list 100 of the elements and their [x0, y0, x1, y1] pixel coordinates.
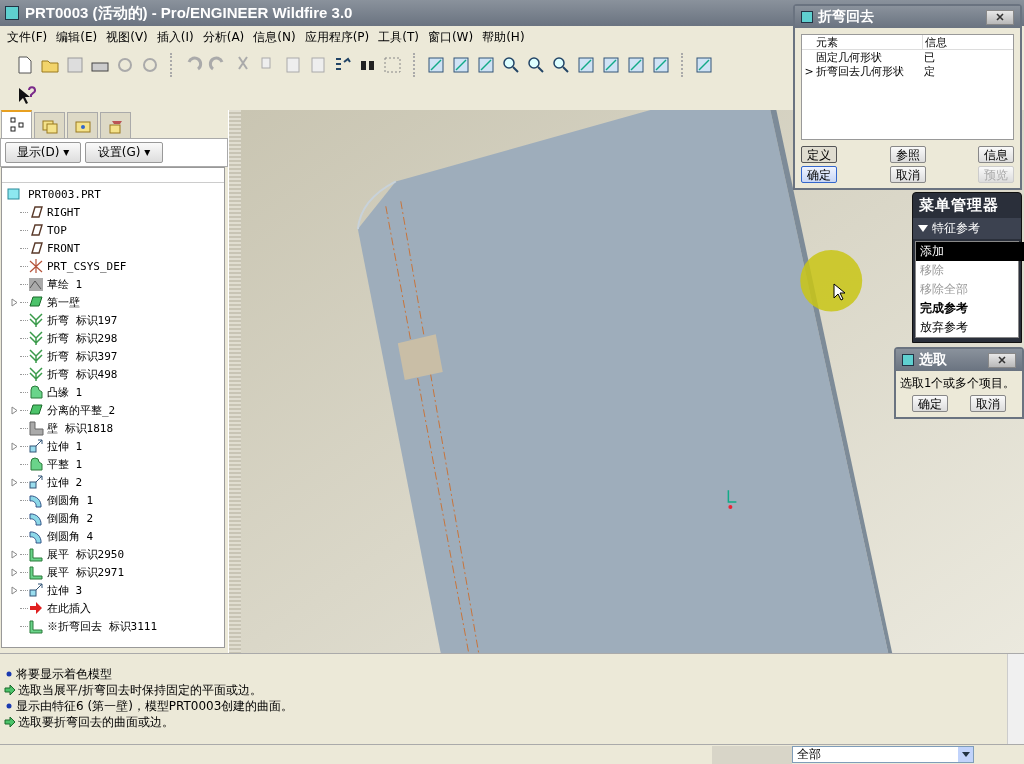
tree-item[interactable]: 倒圆角 2 — [44, 510, 94, 526]
dropdown-button[interactable]: 设置(G) ▾ — [85, 142, 163, 163]
tree-item[interactable]: RIGHT — [44, 205, 81, 219]
menu-item[interactable]: 分析(A) — [199, 28, 251, 46]
menu-item[interactable]: 视图(V) — [103, 28, 154, 46]
view-tool-icon[interactable] — [625, 54, 647, 76]
tools-tab[interactable] — [100, 112, 131, 138]
collapse-triangle-icon[interactable] — [918, 225, 928, 232]
view-tool-icon[interactable] — [425, 54, 447, 76]
scrollbar[interactable] — [1007, 654, 1024, 744]
tree-item[interactable]: 展平 标识2950 — [44, 546, 125, 562]
tree-item[interactable]: 折弯 标识298 — [44, 330, 118, 346]
bullet-icon — [4, 701, 14, 711]
tree-structure-icon — [7, 116, 26, 134]
message-text: 选取要折弯回去的曲面或边。 — [18, 713, 174, 731]
bend-icon — [28, 330, 44, 346]
menu-item[interactable]: 工具(T) — [375, 28, 425, 46]
splitter-handle[interactable] — [228, 110, 241, 653]
table-row[interactable]: > 折弯回去几何形状 定 — [802, 64, 1013, 78]
menu-item[interactable]: 添加 — [916, 242, 1024, 261]
tree-item[interactable]: 倒圆角 1 — [44, 492, 94, 508]
bend-icon — [28, 312, 44, 328]
favorites-tab[interactable] — [67, 112, 98, 138]
close-button[interactable] — [988, 352, 1016, 368]
bend-icon — [28, 366, 44, 382]
round-icon — [28, 528, 44, 544]
close-icon — [998, 356, 1006, 364]
tree-item[interactable]: PRT0003.PRT — [25, 187, 101, 201]
dialog-button[interactable]: 定义 — [801, 146, 837, 163]
menu-item[interactable]: 插入(I) — [153, 28, 200, 46]
filter-dropdown[interactable]: 全部 — [792, 746, 974, 763]
insert-arrow-icon — [28, 600, 44, 616]
dialog-title: 折弯回去 — [818, 8, 875, 26]
wall-icon — [28, 402, 44, 418]
dialog-button[interactable]: 取消 — [889, 166, 926, 183]
help-cursor-icon[interactable] — [16, 85, 38, 107]
table-row[interactable]: 固定几何形状 已 — [802, 50, 1013, 64]
tree-item[interactable]: 折弯 标识397 — [44, 348, 118, 364]
dialog-icon — [902, 354, 914, 366]
close-icon — [996, 13, 1004, 21]
tree-item[interactable]: TOP — [44, 223, 67, 237]
view-tool-icon[interactable] — [650, 54, 672, 76]
tree-item[interactable]: 在此插入 — [44, 600, 91, 616]
view-tool-icon[interactable] — [693, 54, 715, 76]
expand-icon[interactable] — [11, 405, 18, 415]
dialog-button[interactable]: 取消 — [970, 395, 1006, 412]
menu-item[interactable]: 完成参考 — [916, 299, 1018, 318]
dropdown-button[interactable]: 显示(D) ▾ — [5, 142, 81, 163]
dialog-button[interactable]: 参照 — [889, 146, 926, 163]
menu-item[interactable]: 编辑(E) — [53, 28, 104, 46]
expand-icon[interactable] — [11, 297, 18, 307]
dialog-icon — [801, 11, 813, 23]
menu-item[interactable]: 信息(N) — [250, 28, 302, 46]
save-icon[interactable] — [64, 54, 86, 76]
app-icon — [5, 6, 19, 20]
message-text: 显示由特征6 (第一壁)，模型PRT0003创建的曲面。 — [16, 697, 294, 715]
tree-item[interactable]: 倒圆角 4 — [44, 528, 94, 544]
dialog-button[interactable]: 确定 — [801, 166, 837, 183]
extrude-icon — [28, 438, 44, 454]
tree-item[interactable]: 折弯 标识197 — [44, 312, 118, 328]
tree-item[interactable]: 拉伸 3 — [44, 582, 83, 598]
datum-plane-icon — [28, 240, 44, 256]
close-button[interactable] — [986, 9, 1014, 25]
expand-icon[interactable] — [11, 441, 18, 451]
dialog-button[interactable]: 信息 — [978, 146, 1014, 163]
tree-item[interactable]: 折弯 标识498 — [44, 366, 118, 382]
tree-item[interactable]: 展平 标识2971 — [44, 564, 125, 580]
tree-item[interactable]: PRT_CSYS_DEF — [44, 259, 127, 273]
menu-item[interactable]: 应用程序(P) — [301, 28, 376, 46]
view-tool-icon[interactable] — [600, 54, 622, 76]
tree-item[interactable]: 凸缘 1 — [44, 384, 83, 400]
menu-item[interactable]: 帮助(H) — [479, 28, 531, 46]
tree-item[interactable]: FRONT — [44, 241, 81, 255]
tree-item[interactable]: 草绘 1 — [44, 276, 83, 292]
column-header: 元素 — [816, 34, 839, 50]
bullet-icon — [4, 669, 14, 679]
part-icon — [7, 187, 21, 201]
tree-item[interactable]: 拉伸 1 — [44, 438, 83, 454]
unbend-icon — [28, 564, 44, 580]
view-tool-icon[interactable] — [450, 54, 472, 76]
unbend-icon — [28, 618, 44, 634]
tree-item[interactable]: ※折弯回去 标识3111 — [44, 618, 158, 634]
menu-item[interactable]: 文件(F) — [4, 28, 54, 46]
menu-item[interactable]: 窗口(W) — [424, 28, 480, 46]
dialog-button[interactable]: 确定 — [912, 395, 948, 412]
tree-item[interactable]: 分离的平整_2 — [44, 402, 116, 418]
menu-manager-title: 菜单管理器 — [918, 195, 1000, 216]
unbend-icon — [28, 546, 44, 562]
prompt-arrow-icon — [4, 716, 16, 728]
column-header: 信息 — [922, 34, 965, 50]
folders-tab[interactable] — [34, 112, 65, 138]
message-text: 将要显示着色模型 — [16, 665, 112, 683]
extrude-icon — [28, 582, 44, 598]
tree-item[interactable]: 壁 标识1818 — [44, 420, 114, 436]
sketch-icon — [28, 276, 44, 292]
tree-item[interactable]: 拉伸 2 — [44, 474, 83, 490]
menu-item[interactable]: 放弃参考 — [916, 318, 1018, 337]
tree-item[interactable]: 平整 1 — [44, 456, 83, 472]
tree-item[interactable]: 第一壁 — [44, 294, 80, 310]
expand-icon[interactable] — [11, 477, 18, 487]
